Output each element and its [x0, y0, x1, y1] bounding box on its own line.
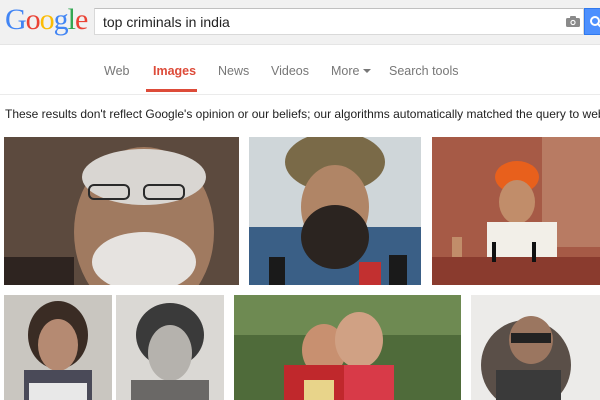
results-disclaimer: These results don't reflect Google's opi… — [5, 107, 600, 121]
logo-letter: l — [67, 3, 76, 36]
tab-news[interactable]: News — [218, 64, 249, 78]
tab-web[interactable]: Web — [104, 64, 129, 78]
photo-thumbnail — [4, 295, 112, 400]
google-logo[interactable]: Google — [5, 3, 88, 37]
photo-thumbnail — [116, 295, 224, 400]
photo-thumbnail — [432, 137, 600, 285]
logo-letter: o — [25, 3, 41, 36]
logo-letter: e — [75, 3, 88, 36]
photo-thumbnail — [471, 295, 600, 400]
image-result[interactable] — [234, 295, 461, 400]
tab-more[interactable]: More — [331, 64, 372, 78]
photo-thumbnail — [249, 137, 421, 285]
logo-letter: o — [39, 3, 55, 36]
image-result[interactable] — [432, 137, 600, 285]
logo-letter: G — [5, 3, 27, 36]
image-result[interactable] — [116, 295, 224, 400]
tab-search-tools[interactable]: Search tools — [389, 64, 458, 78]
active-tab-indicator — [146, 89, 197, 92]
camera-icon[interactable] — [566, 16, 580, 27]
chevron-down-icon — [363, 68, 372, 73]
photo-thumbnail — [234, 295, 461, 400]
search-query-text[interactable]: top criminals in india — [103, 14, 230, 30]
search-input[interactable]: top criminals in india — [94, 8, 584, 35]
image-result[interactable] — [471, 295, 600, 400]
search-type-tabs: Web Images News Videos More Search tools — [0, 45, 600, 95]
image-result[interactable] — [4, 137, 239, 285]
search-button[interactable] — [584, 8, 600, 35]
tab-images[interactable]: Images — [153, 64, 196, 78]
image-result[interactable] — [249, 137, 421, 285]
logo-letter: g — [53, 3, 69, 36]
image-result[interactable] — [4, 295, 112, 400]
tab-more-label: More — [331, 64, 360, 78]
tab-videos[interactable]: Videos — [271, 64, 309, 78]
search-icon — [590, 16, 600, 28]
header-bar: Google top criminals in india — [0, 0, 600, 45]
photo-thumbnail — [4, 137, 239, 285]
